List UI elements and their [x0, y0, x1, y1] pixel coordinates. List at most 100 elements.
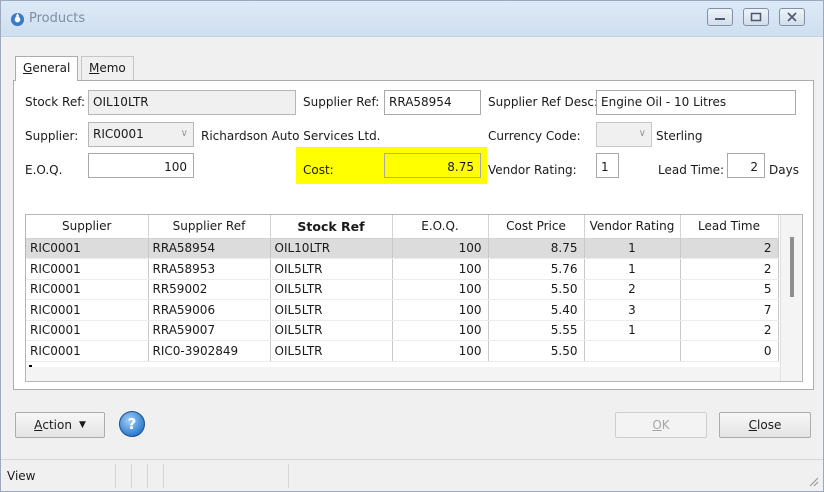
cell-eoq: 100 [392, 238, 489, 259]
cell-stock-ref: OIL5LTR [270, 279, 393, 300]
close-button[interactable]: Close [719, 412, 811, 438]
cell-eoq: 100 [392, 340, 489, 362]
ok-button[interactable]: OK [615, 412, 707, 438]
cell-stock-ref: OIL5LTR [270, 299, 393, 321]
cell-supplier: RIC0001 [26, 299, 149, 321]
chevron-down-icon: ∨ [180, 128, 188, 139]
cost-field[interactable]: 8.75 [384, 153, 481, 178]
close-accel: C [748, 418, 758, 432]
scrollbar-thumb[interactable] [790, 237, 794, 297]
eoq-field[interactable]: 100 [88, 153, 194, 178]
chevron-down-icon: ∨ [638, 128, 646, 139]
cell-cost-price: 5.40 [488, 299, 585, 321]
maximize-icon [750, 12, 762, 22]
status-text: View [7, 469, 36, 483]
cell-supplier: RIC0001 [26, 258, 149, 280]
horizontal-scrollbar[interactable] [26, 367, 780, 381]
action-menu-button[interactable]: Action ▼ [15, 412, 105, 438]
lead-time-label: Lead Time: [658, 163, 725, 177]
status-panel [131, 464, 147, 488]
cell-supplier: RIC0001 [26, 279, 149, 300]
tab-memo[interactable]: Memo [81, 56, 134, 80]
cell-supplier-ref: RRA59007 [148, 320, 271, 341]
tab-memo-accel: M [89, 61, 100, 75]
close-icon [787, 12, 797, 22]
tab-general-rest: eneral [32, 61, 71, 75]
cell-supplier-ref: RIC0-3902849 [148, 340, 271, 362]
products-app-icon [10, 12, 25, 27]
cell-lead-time: 2 [680, 258, 779, 280]
cell-vendor-rating: 1 [584, 238, 681, 259]
cell-supplier-ref: RR59002 [148, 279, 271, 300]
cell-vendor-rating [584, 340, 681, 362]
supplier-dropdown-value: RIC0001 [93, 127, 144, 141]
lead-time-field[interactable]: 2 [727, 153, 765, 178]
status-panel [115, 464, 131, 488]
table-row[interactable]: RIC0001 RIC0-3902849 OIL5LTR 100 5.50 0 [26, 340, 779, 362]
cell-cost-price: 5.55 [488, 320, 585, 341]
days-label: Days [769, 163, 799, 177]
currency-value: Sterling [656, 129, 703, 143]
ok-accel: O [652, 418, 662, 432]
cell-supplier-ref: RRA58953 [148, 258, 271, 280]
supplier-ref-desc-label: Supplier Ref Desc: [488, 95, 598, 109]
cell-eoq: 100 [392, 258, 489, 280]
stock-ref-field[interactable]: OIL10LTR [88, 90, 296, 115]
resize-grip-icon[interactable] [807, 475, 819, 487]
table-row[interactable]: RIC0001 RRA58953 OIL5LTR 100 5.76 1 2 [26, 258, 779, 280]
col-header-eoq[interactable]: E.O.Q. [392, 215, 489, 239]
tab-memo-rest: emo [99, 61, 126, 75]
supplier-grid[interactable]: Supplier Supplier Ref Stock Ref E.O.Q. C… [25, 214, 803, 382]
vendor-rating-label: Vendor Rating: [488, 163, 577, 177]
ok-rest: K [661, 418, 670, 432]
col-header-cost-price[interactable]: Cost Price [488, 215, 585, 239]
stock-ref-label: Stock Ref: [25, 95, 86, 109]
supplier-ref-desc-field[interactable]: Engine Oil - 10 Litres [596, 90, 796, 115]
supplier-name: Richardson Auto Services Ltd. [201, 129, 381, 143]
close-window-button[interactable] [779, 8, 805, 26]
grid-header-row: Supplier Supplier Ref Stock Ref E.O.Q. C… [26, 215, 779, 239]
table-row[interactable]: RIC0001 RRA59007 OIL5LTR 100 5.55 1 2 [26, 320, 779, 341]
cell-supplier-ref: RRA58954 [148, 238, 271, 259]
table-row[interactable]: RIC0001 RRA58954 OIL10LTR 100 8.75 1 2 [26, 238, 779, 259]
help-icon[interactable]: ? [119, 411, 145, 437]
supplier-ref-field[interactable]: RRA58954 [384, 90, 481, 115]
col-header-supplier-ref[interactable]: Supplier Ref [148, 215, 271, 239]
cell-stock-ref: OIL5LTR [270, 340, 393, 362]
cell-supplier: RIC0001 [26, 320, 149, 341]
tab-general[interactable]: General [15, 56, 79, 81]
table-row[interactable]: RIC0001 RR59002 OIL5LTR 100 5.50 2 5 [26, 279, 779, 300]
status-panel [163, 464, 289, 488]
cell-cost-price: 5.50 [488, 279, 585, 300]
vendor-rating-field[interactable]: 1 [596, 153, 619, 178]
title-bar: Products [1, 1, 823, 37]
minimize-button[interactable] [707, 8, 733, 26]
cell-stock-ref: OIL10LTR [270, 238, 393, 259]
col-header-stock-ref[interactable]: Stock Ref [270, 215, 393, 239]
cell-lead-time: 2 [680, 238, 779, 259]
tab-general-accel: G [23, 61, 33, 75]
supplier-table: Supplier Supplier Ref Stock Ref E.O.Q. C… [26, 215, 779, 362]
minimize-icon [715, 18, 725, 20]
cell-supplier: RIC0001 [26, 238, 149, 259]
currency-code-dropdown[interactable]: ∨ [596, 122, 652, 147]
cell-lead-time: 5 [680, 279, 779, 300]
table-row[interactable]: RIC0001 RRA59006 OIL5LTR 100 5.40 3 7 [26, 299, 779, 321]
cell-vendor-rating: 1 [584, 320, 681, 341]
maximize-button[interactable] [743, 8, 769, 26]
cell-eoq: 100 [392, 299, 489, 321]
cell-stock-ref: OIL5LTR [270, 258, 393, 280]
cell-lead-time: 2 [680, 320, 779, 341]
cost-label: Cost: [303, 163, 334, 177]
cell-eoq: 100 [392, 279, 489, 300]
status-panel [147, 464, 163, 488]
cell-cost-price: 8.75 [488, 238, 585, 259]
col-header-supplier[interactable]: Supplier [26, 215, 149, 239]
supplier-dropdown[interactable]: RIC0001 ∨ [88, 122, 194, 147]
col-header-vendor-rating[interactable]: Vendor Rating [584, 215, 681, 239]
vertical-scrollbar[interactable] [780, 215, 802, 381]
status-bar: View [1, 459, 823, 491]
caret-down-icon: ▼ [78, 420, 86, 430]
col-header-lead-time[interactable]: Lead Time [680, 215, 779, 239]
close-rest: lose [757, 418, 782, 432]
